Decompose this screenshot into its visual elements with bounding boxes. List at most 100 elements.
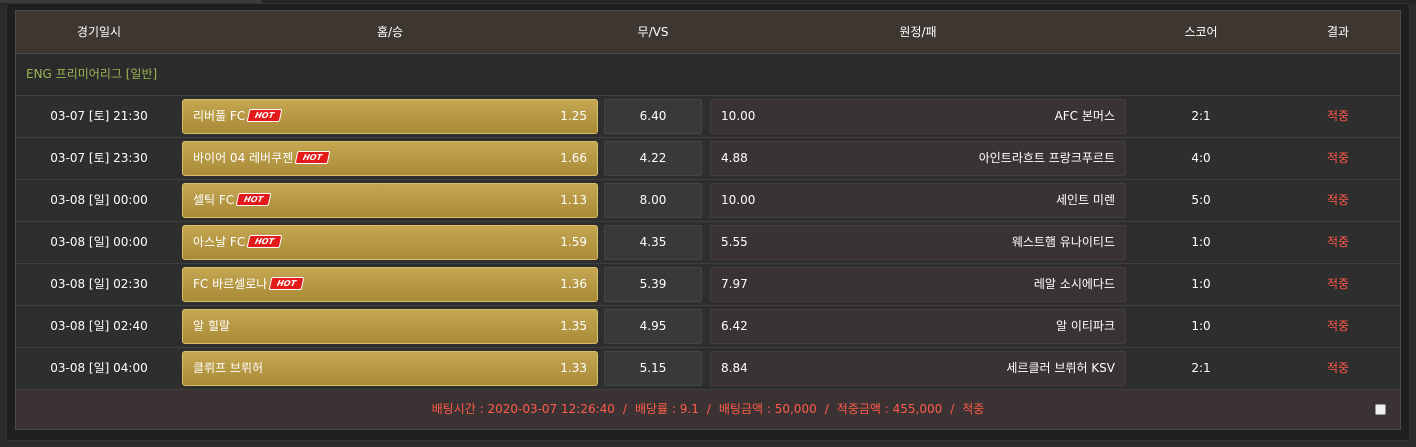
home-win-button[interactable]: 아스날 FC HOT 1.59	[182, 225, 598, 260]
header-date: 경기일시	[76, 25, 122, 39]
match-score: 1:0	[1191, 235, 1211, 249]
match-row: 03-07 [토] 23:30 바이어 04 레버쿠젠 HOT 1.66 4.22 4.8…	[16, 138, 1400, 180]
away-team-name: 세인트 미렌	[1055, 193, 1115, 207]
home-win-button[interactable]: 알 힐랄 1.35	[182, 309, 598, 344]
away-odds: 5.55	[721, 235, 748, 249]
match-score: 1:0	[1191, 277, 1211, 291]
home-win-button[interactable]: 리버풀 FC HOT 1.25	[182, 99, 598, 134]
header-result: 결과	[1326, 25, 1350, 39]
draw-button[interactable]: 5.15	[604, 351, 702, 386]
match-result: 적중	[1326, 151, 1350, 165]
away-win-button[interactable]: 8.84 세르클러 브뤼허 KSV	[710, 351, 1126, 386]
home-team: FC 바르셀로나 HOT	[193, 268, 305, 301]
home-team-name: 리버풀 FC	[193, 109, 246, 123]
home-team: 클뤼프 브뤼허	[193, 352, 263, 385]
match-result: 적중	[1326, 277, 1350, 291]
away-team-name: 웨스트햄 유나이티드	[1011, 235, 1115, 249]
bet-summary: 배팅시간 : 2020-03-07 12:26:40 / 배당률 : 9.1 / 배팅금…	[16, 390, 1400, 429]
table-header: 경기일시 홈/승 무/VS 원정/패 스코어 결과	[16, 11, 1400, 54]
bet-time: 배팅시간 : 2020-03-07 12:26:40	[431, 402, 615, 416]
home-team-name: 아스날 FC	[193, 235, 246, 249]
league-row: ENG 프리미어리그 [일반]	[16, 54, 1400, 96]
draw-button[interactable]: 4.95	[604, 309, 702, 344]
league-name: ENG 프리미어리그 [일반]	[26, 67, 158, 81]
bet-status: 적중	[962, 402, 985, 416]
bet-summary-footer: 배팅시간 : 2020-03-07 12:26:40 / 배당률 : 9.1 / 배팅금…	[16, 390, 1400, 429]
home-team-name: 바이어 04 레버쿠젠	[193, 151, 294, 165]
bet-slip-table: 경기일시 홈/승 무/VS 원정/패 스코어 결과 ENG 프리미어리그 [일반…	[15, 10, 1401, 430]
match-score: 1:0	[1191, 319, 1211, 333]
home-win-button[interactable]: 셀틱 FC HOT 1.13	[182, 183, 598, 218]
separator: /	[706, 402, 711, 416]
draw-button[interactable]: 6.40	[604, 99, 702, 134]
away-team-name: 세르클러 브뤼허 KSV	[1006, 361, 1115, 375]
bet-amount: 배팅금액 : 50,000	[718, 402, 817, 416]
home-odds: 1.25	[560, 109, 587, 123]
separator: /	[622, 402, 627, 416]
select-checkbox[interactable]	[1375, 404, 1386, 415]
match-date: 03-08 [일] 02:40	[50, 319, 148, 333]
match-score: 5:0	[1191, 193, 1211, 207]
home-odds: 1.66	[560, 151, 587, 165]
home-odds: 1.36	[560, 277, 587, 291]
match-date: 03-08 [일] 02:30	[50, 277, 148, 291]
home-win-button[interactable]: FC 바르셀로나 HOT 1.36	[182, 267, 598, 302]
draw-button[interactable]: 8.00	[604, 183, 702, 218]
away-odds: 8.84	[721, 361, 748, 375]
draw-button[interactable]: 5.39	[604, 267, 702, 302]
win-amount: 적중금액 : 455,000	[836, 402, 943, 416]
home-odds: 1.59	[560, 235, 587, 249]
draw-button[interactable]: 4.22	[604, 141, 702, 176]
away-win-button[interactable]: 10.00 AFC 본머스	[710, 99, 1126, 134]
away-odds: 7.97	[721, 277, 748, 291]
away-team-name: 레알 소시에다드	[1033, 277, 1115, 291]
header-home: 홈/승	[376, 25, 404, 39]
hot-badge: HOT	[294, 151, 331, 164]
match-score: 2:1	[1191, 361, 1211, 375]
away-team-name: 아인트라흐트 프랑크푸르트	[978, 151, 1115, 165]
home-odds: 1.35	[560, 319, 587, 333]
home-team: 셀틱 FC HOT	[193, 184, 272, 217]
match-row: 03-08 [일] 02:40 알 힐랄 1.35 4.95 6.42 알 이티파크 1:0…	[16, 306, 1400, 348]
away-win-button[interactable]: 4.88 아인트라흐트 프랑크푸르트	[710, 141, 1126, 176]
match-row: 03-08 [일] 02:30 FC 바르셀로나 HOT 1.36 5.39 7.97 레알…	[16, 264, 1400, 306]
away-odds: 4.88	[721, 151, 748, 165]
match-date: 03-07 [토] 21:30	[50, 109, 148, 123]
home-win-button[interactable]: 클뤼프 브뤼허 1.33	[182, 351, 598, 386]
separator: /	[824, 402, 829, 416]
separator: /	[950, 402, 955, 416]
away-win-button[interactable]: 7.97 레알 소시에다드	[710, 267, 1126, 302]
hot-badge: HOT	[268, 277, 305, 290]
home-team-name: 셀틱 FC	[193, 193, 235, 207]
home-win-button[interactable]: 바이어 04 레버쿠젠 HOT 1.66	[182, 141, 598, 176]
bet-rate: 배당률 : 9.1	[634, 402, 699, 416]
match-row: 03-07 [토] 21:30 리버풀 FC HOT 1.25 6.40 10.00 AFC…	[16, 96, 1400, 138]
match-score: 2:1	[1191, 109, 1211, 123]
home-team-name: 클뤼프 브뤼허	[193, 361, 264, 375]
home-team: 리버풀 FC HOT	[193, 100, 283, 133]
hot-badge: HOT	[246, 235, 283, 248]
match-date: 03-07 [토] 23:30	[50, 151, 148, 165]
away-win-button[interactable]: 10.00 세인트 미렌	[710, 183, 1126, 218]
match-result: 적중	[1326, 109, 1350, 123]
header-score: 스코어	[1184, 25, 1218, 39]
match-score: 4:0	[1191, 151, 1211, 165]
away-win-button[interactable]: 5.55 웨스트햄 유나이티드	[710, 225, 1126, 260]
hot-badge: HOT	[235, 193, 272, 206]
bet-history-panel: 경기일시 홈/승 무/VS 원정/패 스코어 결과 ENG 프리미어리그 [일반…	[6, 3, 1410, 441]
away-odds: 6.42	[721, 319, 748, 333]
home-team: 아스날 FC HOT	[193, 226, 283, 259]
home-odds: 1.33	[560, 361, 587, 375]
home-team-name: FC 바르셀로나	[193, 277, 268, 291]
match-result: 적중	[1326, 193, 1350, 207]
draw-button[interactable]: 4.35	[604, 225, 702, 260]
match-row: 03-08 [일] 04:00 클뤼프 브뤼허 1.33 5.15 8.84 세르클러 브…	[16, 348, 1400, 390]
match-result: 적중	[1326, 319, 1350, 333]
home-team-name: 알 힐랄	[193, 319, 230, 333]
match-date: 03-08 [일] 04:00	[50, 361, 148, 375]
home-team: 바이어 04 레버쿠젠 HOT	[193, 142, 331, 175]
home-odds: 1.13	[560, 193, 587, 207]
away-win-button[interactable]: 6.42 알 이티파크	[710, 309, 1126, 344]
match-date: 03-08 [일] 00:00	[50, 235, 148, 249]
match-result: 적중	[1326, 235, 1350, 249]
